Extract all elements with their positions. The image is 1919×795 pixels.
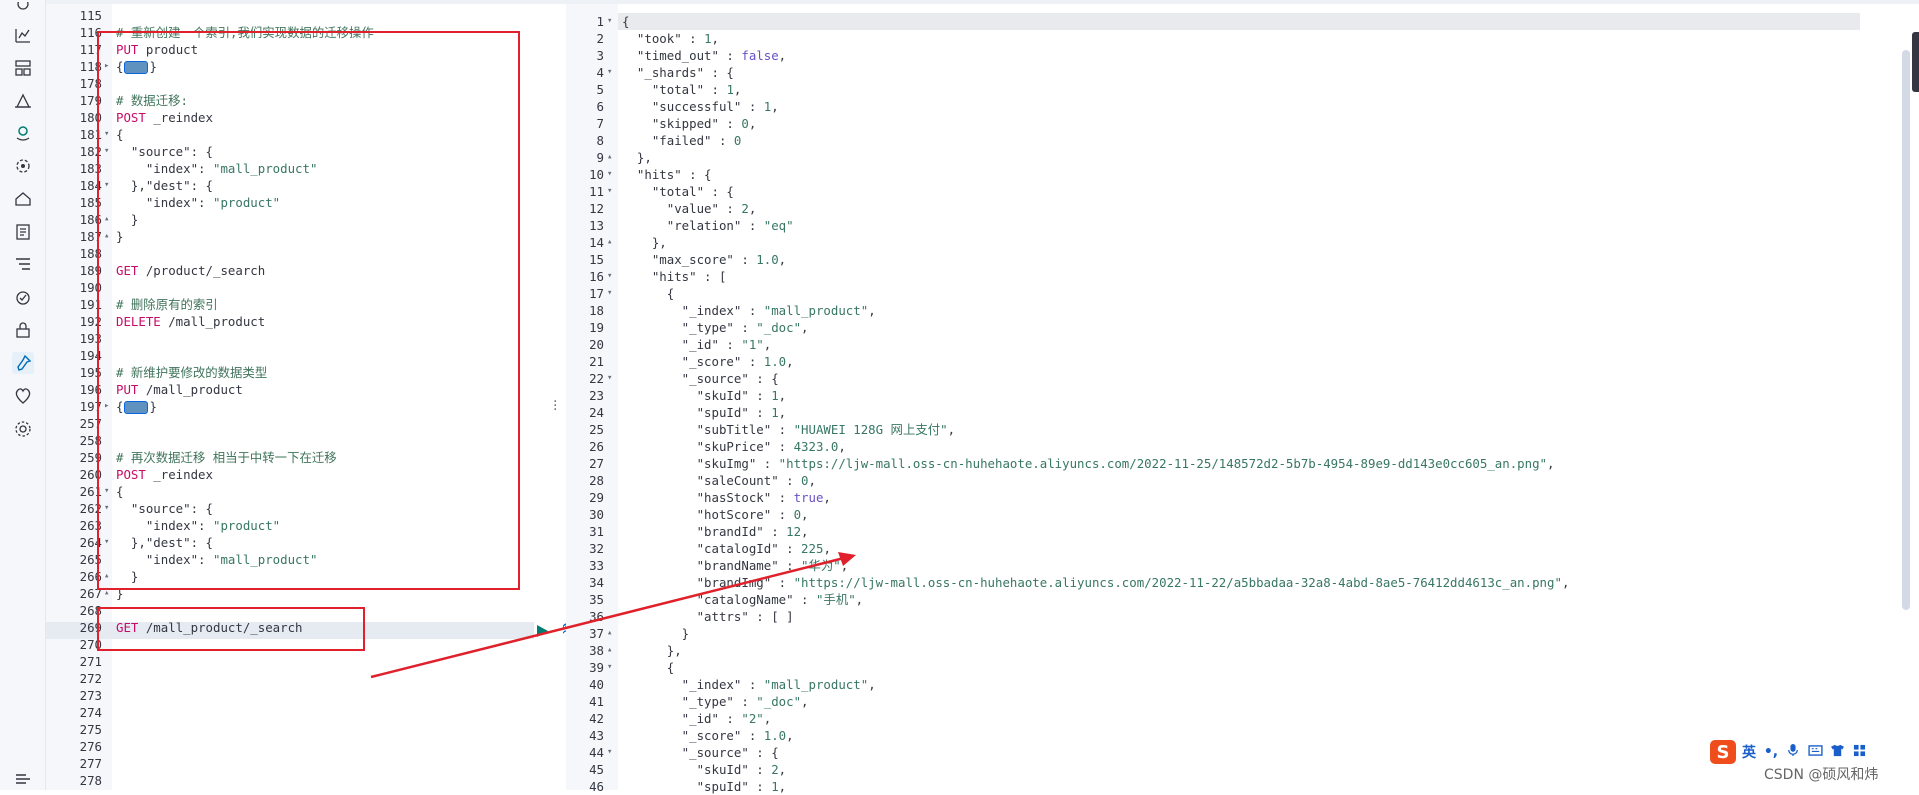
ime-keyboard-icon[interactable]	[1806, 744, 1824, 760]
kibana-dev-tools-console: 115 116 # 重新创建一个索引,我们实现数据的迁移操作 117 PUT produ…	[0, 0, 1919, 794]
ime-microphone-icon[interactable]	[1784, 743, 1802, 761]
ime-language-toggle[interactable]: 英	[1740, 742, 1758, 762]
ime-punctuation-icon[interactable]: •,	[1762, 744, 1780, 760]
annotation-arrow	[370, 552, 856, 679]
csdn-watermark: CSDN @硕风和炜	[1764, 767, 1879, 783]
ime-toolbar: S 英 •,	[1710, 740, 1910, 764]
ime-toolbox-icon[interactable]	[1850, 744, 1868, 761]
ime-skin-icon[interactable]	[1828, 744, 1846, 761]
sogou-logo-icon[interactable]: S	[1710, 740, 1736, 764]
